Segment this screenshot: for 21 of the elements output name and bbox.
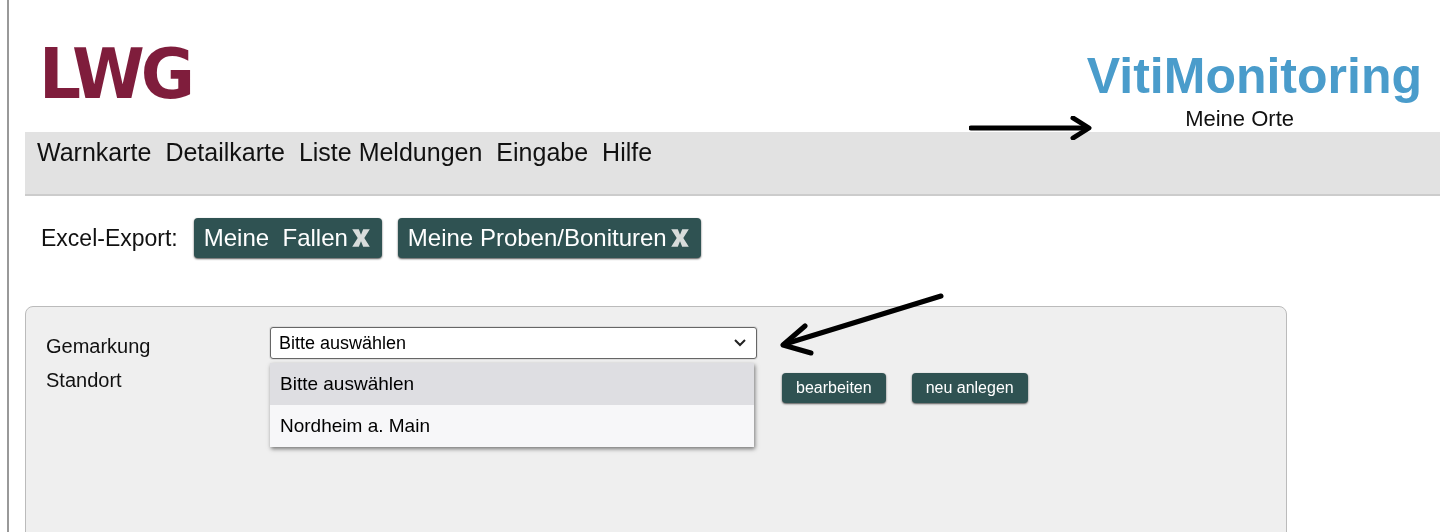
field-label: Gemarkung bbox=[46, 334, 152, 358]
logo: LWG bbox=[39, 38, 191, 112]
menu-link[interactable]: Hilfe bbox=[602, 138, 653, 167]
app-title: VitiMonitoring bbox=[1086, 48, 1422, 104]
menu-link[interactable]: Warnkarte bbox=[37, 138, 152, 167]
dropdown-option[interactable]: Nordheim a. Main bbox=[270, 405, 754, 447]
page-subtitle: Meine Orte bbox=[1185, 106, 1294, 132]
select-field[interactable]: Bitte auswählen bbox=[270, 327, 757, 359]
field-label: Standort bbox=[46, 368, 123, 392]
excel-icon bbox=[668, 227, 691, 249]
export-button[interactable]: Meine Fallen bbox=[193, 218, 382, 258]
action-button[interactable]: bearbeiten bbox=[782, 373, 886, 403]
action-button[interactable]: neu anlegen bbox=[911, 373, 1028, 403]
dropdown-option[interactable]: Bitte auswählen bbox=[270, 363, 754, 405]
export-label: Excel-Export: bbox=[41, 224, 178, 252]
excel-icon bbox=[349, 227, 372, 249]
menu-link[interactable]: Eingabe bbox=[496, 138, 589, 167]
menu-link[interactable]: Detailkarte bbox=[165, 138, 285, 167]
menu-link[interactable]: Liste Meldungen bbox=[298, 138, 483, 167]
chevron-down-icon bbox=[734, 339, 746, 347]
export-button[interactable]: Meine Proben/Bonituren bbox=[397, 218, 701, 258]
